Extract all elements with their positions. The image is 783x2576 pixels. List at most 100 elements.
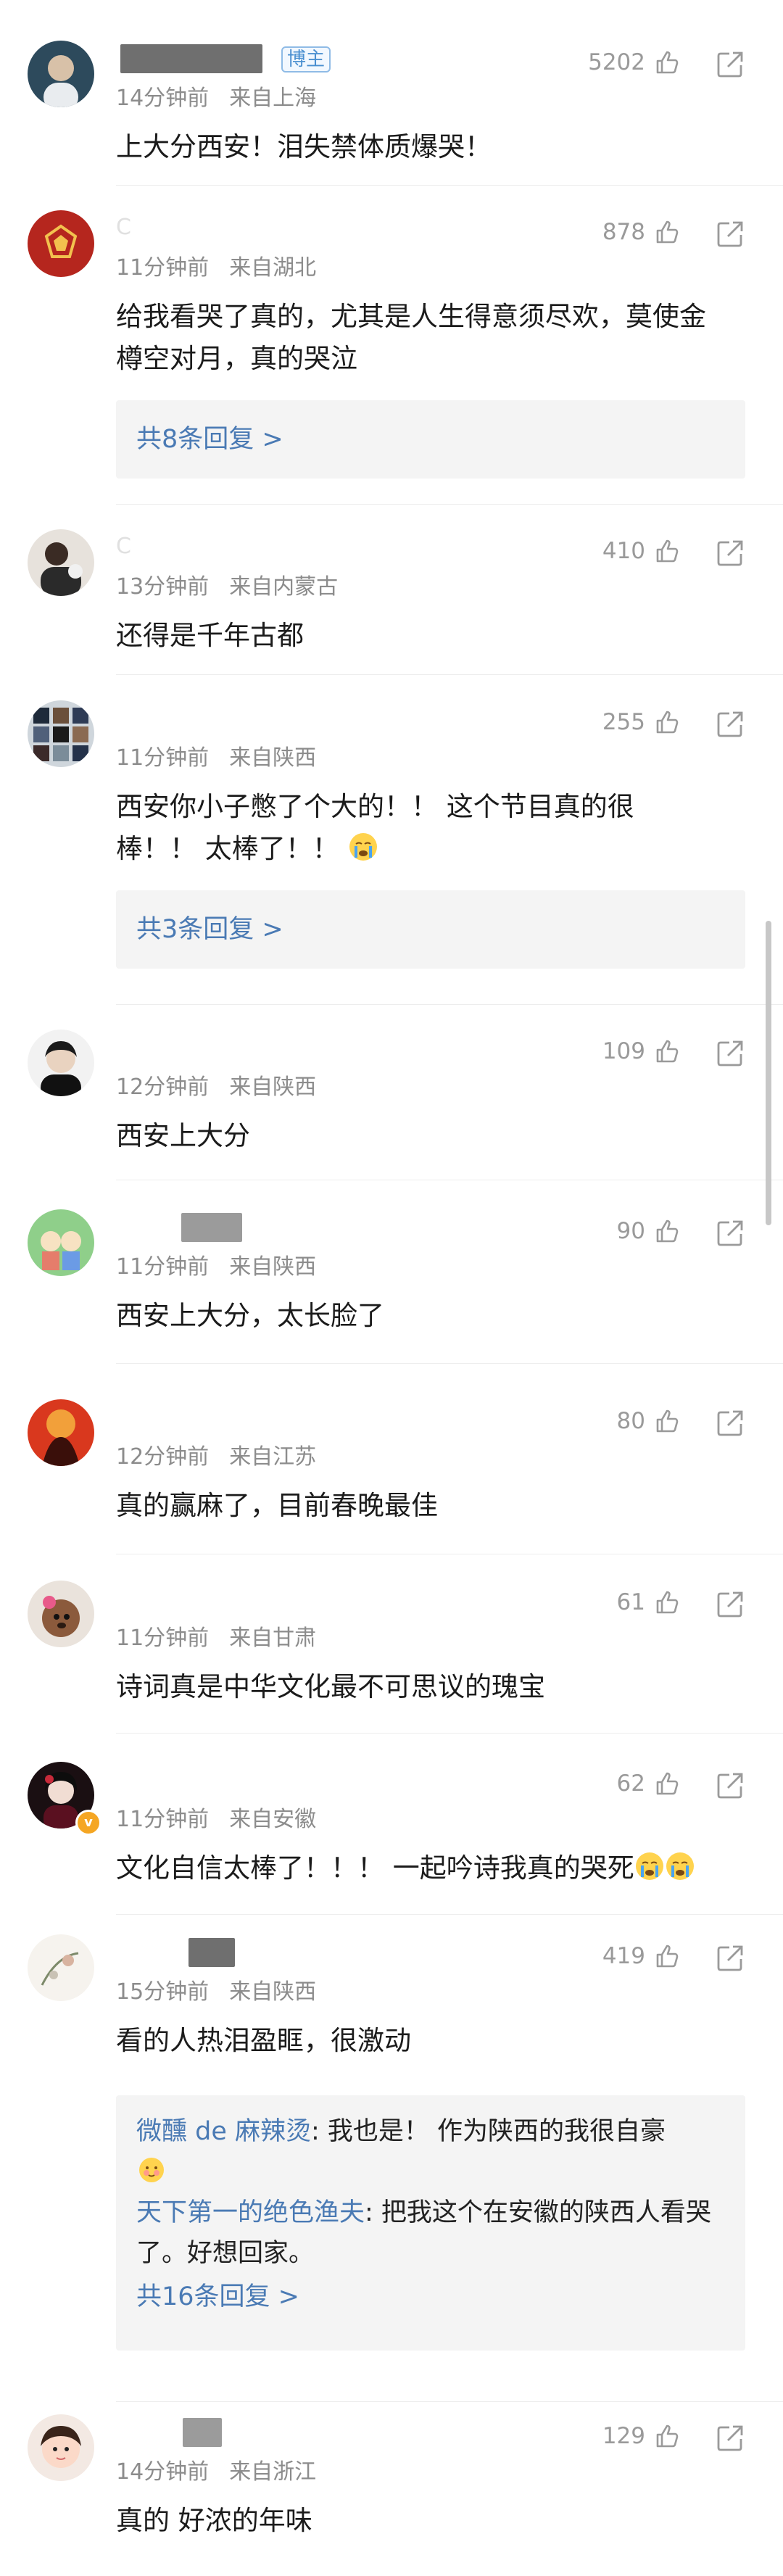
comment-meta: 13分钟前 来自内蒙古 — [116, 574, 339, 600]
like-button[interactable]: 109 — [602, 1037, 682, 1066]
comment-meta: 12分钟前 来自陕西 — [116, 1074, 317, 1100]
thumbs-up-icon — [656, 1409, 679, 1433]
like-count: 90 — [616, 1218, 645, 1244]
like-count: 878 — [602, 219, 645, 245]
comment-text: 西安上大分，太长脸了 — [116, 1300, 384, 1331]
author-badge: 博主 — [281, 46, 331, 73]
divider — [116, 1004, 783, 1005]
like-button[interactable]: 129 — [602, 2422, 682, 2451]
comment-text: 上大分西安！泪失禁体质爆哭！ — [116, 131, 492, 162]
comment-meta: 11分钟前 来自陕西 — [116, 745, 317, 771]
crying-face-emoji — [349, 833, 377, 861]
share-icon[interactable] — [715, 2423, 745, 2453]
username[interactable] — [116, 44, 262, 73]
like-button[interactable]: 5202 — [588, 48, 682, 77]
reply-box[interactable]: 共3条回复 > — [116, 890, 745, 969]
thumbs-up-icon — [656, 539, 679, 563]
like-count: 410 — [602, 538, 645, 564]
view-replies-link[interactable]: 共3条回复 > — [116, 890, 745, 969]
username[interactable]: C — [116, 532, 132, 561]
avatar[interactable] — [28, 1209, 94, 1276]
sub-reply: 微醺 de 麻辣烫: 我也是！ 作为陕西的我很自豪 — [116, 2095, 745, 2192]
like-button[interactable]: 255 — [602, 708, 682, 737]
avatar[interactable] — [28, 1030, 94, 1096]
comment-text: 文化自信太棒了！！！ 一起吟诗我真的哭死 — [116, 1847, 710, 1889]
comment-text: 西安上大分 — [116, 1120, 250, 1151]
avatar[interactable] — [28, 700, 94, 767]
share-icon[interactable] — [715, 709, 745, 740]
comment-meta: 11分钟前 来自安徽 — [116, 1807, 317, 1832]
comment-meta: 15分钟前 来自陕西 — [116, 1979, 317, 2005]
thumbs-up-icon — [656, 2424, 679, 2448]
shy-face-emoji — [139, 2158, 164, 2182]
comment-text: 西安你小子憋了个大的！！ 这个节目真的很棒！！ 太棒了！！ — [116, 791, 634, 864]
thumbs-up-icon — [656, 220, 679, 244]
like-count: 62 — [616, 1771, 645, 1797]
share-icon[interactable] — [715, 1943, 745, 1974]
thumbs-up-icon — [656, 1219, 679, 1243]
comment-text: 真的赢麻了，目前春晚最佳 — [116, 1490, 438, 1521]
view-replies-link[interactable]: 共8条回复 > — [116, 400, 745, 479]
reply-box[interactable]: 共8条回复 > — [116, 400, 745, 479]
like-button[interactable]: 62 — [617, 1769, 682, 1798]
like-count: 419 — [602, 1943, 645, 1969]
sub-reply-author[interactable]: 天下第一的绝色渔夫 — [136, 2198, 365, 2227]
avatar[interactable] — [28, 1581, 94, 1647]
comment-text: 真的 好浓的年味 — [116, 2505, 312, 2536]
verified-badge-icon: v — [75, 1810, 102, 1836]
comment-text: 还得是千年古都 — [116, 620, 304, 651]
share-icon[interactable] — [715, 538, 745, 568]
share-icon[interactable] — [715, 219, 745, 249]
like-count: 109 — [602, 1038, 645, 1064]
avatar[interactable] — [28, 41, 94, 107]
sub-reply: 天下第一的绝色渔夫: 把我这个在安徽的陕西人看哭了。好想回家。 — [136, 2198, 711, 2268]
like-button[interactable]: 61 — [617, 1588, 682, 1617]
share-icon[interactable] — [715, 1771, 745, 1801]
like-count: 5202 — [588, 49, 645, 75]
avatar[interactable] — [28, 529, 94, 596]
thumbs-up-icon — [656, 711, 679, 734]
scrollbar[interactable] — [766, 921, 771, 1225]
like-button[interactable]: 419 — [602, 1942, 682, 1971]
divider — [116, 674, 783, 675]
view-replies-link[interactable]: 共16条回复 > — [116, 2274, 745, 2320]
avatar[interactable] — [28, 210, 94, 277]
sub-reply-author[interactable]: 微醺 de 麻辣烫 — [136, 2117, 311, 2146]
username[interactable]: C — [116, 213, 132, 242]
username[interactable] — [116, 1937, 235, 1967]
thumbs-up-icon — [656, 1945, 679, 1968]
comment-meta: 11分钟前 来自湖北 — [116, 255, 317, 281]
reply-box: 微醺 de 麻辣烫: 我也是！ 作为陕西的我很自豪 天下第一的绝色渔夫: 把我这… — [116, 2095, 745, 2351]
divider — [116, 185, 783, 186]
comment-meta: 14分钟前 来自上海 — [116, 86, 317, 111]
like-count: 80 — [616, 1408, 645, 1434]
divider — [116, 2401, 783, 2402]
comment-meta: 11分钟前 来自甘肃 — [116, 1625, 317, 1651]
share-icon[interactable] — [715, 49, 745, 80]
comment-text: 诗词真是中华文化最不可思议的瑰宝 — [116, 1671, 545, 1702]
like-button[interactable]: 90 — [617, 1217, 682, 1246]
share-icon[interactable] — [715, 1218, 745, 1248]
like-count: 61 — [616, 1589, 645, 1615]
share-icon[interactable] — [715, 1589, 745, 1620]
comment-meta: 11分钟前 来自陕西 — [116, 1254, 317, 1280]
thumbs-up-icon — [656, 1040, 679, 1063]
like-count: 255 — [602, 709, 645, 735]
like-button[interactable]: 410 — [602, 537, 682, 566]
avatar[interactable] — [28, 1934, 94, 2001]
thumbs-up-icon — [656, 51, 679, 74]
like-button[interactable]: 878 — [602, 218, 682, 247]
divider — [116, 1914, 783, 1915]
thumbs-up-icon — [656, 1772, 679, 1795]
username[interactable] — [116, 1212, 242, 1242]
comment-meta: 12分钟前 来自江苏 — [116, 1444, 317, 1470]
username[interactable] — [116, 2417, 222, 2447]
share-icon[interactable] — [715, 1038, 745, 1069]
share-icon[interactable] — [715, 1408, 745, 1438]
crying-face-emoji — [666, 1852, 694, 1880]
comment-text: 给我看哭了真的，尤其是人生得意须尽欢，莫使金樽空对月，真的哭泣 — [116, 301, 706, 374]
avatar[interactable] — [28, 1399, 94, 1466]
like-button[interactable]: 80 — [617, 1407, 682, 1436]
like-count: 129 — [602, 2423, 645, 2449]
avatar[interactable] — [28, 2414, 94, 2481]
